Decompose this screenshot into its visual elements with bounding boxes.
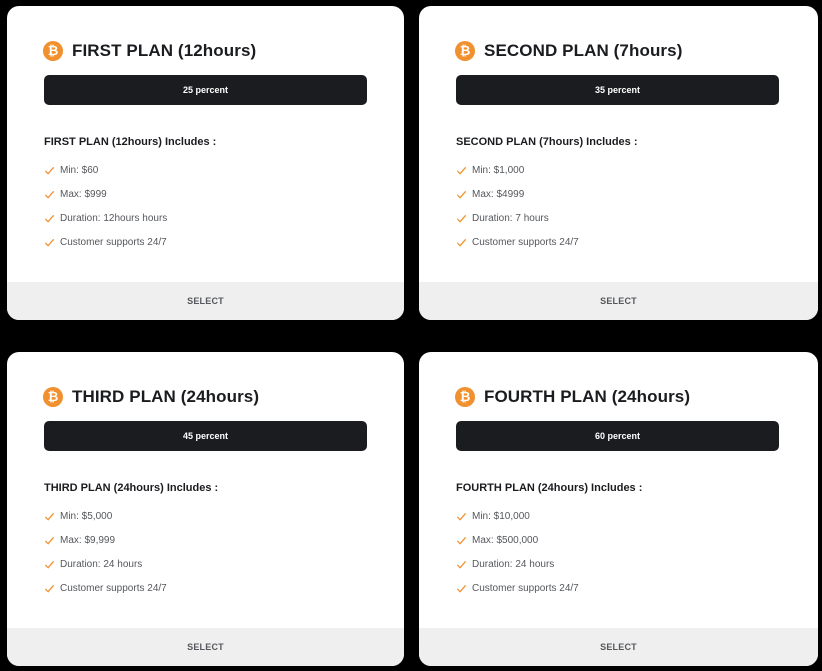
feature-text: Max: $9,999 [60,534,116,546]
plan-card-first: ₿ FIRST PLAN (12hours) 25 percent FIRST … [7,6,404,320]
percent-badge: 35 percent [456,75,779,105]
feature-text: Min: $5,000 [60,510,113,522]
select-button[interactable]: SELECT [7,628,404,666]
feature-item: Customer supports 24/7 [44,230,167,254]
plan-title: FOURTH PLAN (24hours) [484,387,691,406]
includes-heading: FIRST PLAN (12hours) Includes : [44,136,217,148]
feature-text: Duration: 12hours hours [60,212,168,224]
bitcoin-icon: ₿ [43,41,63,61]
includes-heading: FOURTH PLAN (24hours) Includes : [456,482,643,494]
check-icon [456,512,467,521]
percent-badge: 60 percent [456,421,779,451]
feature-item: Duration: 24 hours [456,552,579,576]
feature-item: Customer supports 24/7 [44,576,167,600]
check-icon [456,214,467,223]
bitcoin-icon: ₿ [455,387,475,407]
check-icon [456,536,467,545]
feature-list: Min: $5,000 Max: $9,999 Duration: 24 hou… [44,504,167,600]
feature-text: Customer supports 24/7 [472,582,579,594]
select-button[interactable]: SELECT [419,628,818,666]
feature-text: Min: $1,000 [472,164,525,176]
plan-header: ₿ THIRD PLAN (24hours) [43,387,259,407]
feature-text: Duration: 24 hours [472,558,555,570]
check-icon [44,584,55,593]
feature-text: Duration: 24 hours [60,558,143,570]
plan-card-fourth: ₿ FOURTH PLAN (24hours) 60 percent FOURT… [419,352,818,666]
check-icon [456,560,467,569]
plan-header: ₿ SECOND PLAN (7hours) [455,41,682,61]
feature-text: Min: $60 [60,164,99,176]
feature-text: Min: $10,000 [472,510,530,522]
plan-header: ₿ FOURTH PLAN (24hours) [455,387,690,407]
feature-list: Min: $10,000 Max: $500,000 Duration: 24 … [456,504,579,600]
feature-text: Customer supports 24/7 [60,236,167,248]
check-icon [44,214,55,223]
plan-title: FIRST PLAN (12hours) [72,41,257,60]
feature-list: Min: $60 Max: $999 Duration: 12hours hou… [44,158,167,254]
plan-title: THIRD PLAN (24hours) [72,387,260,406]
plan-title: SECOND PLAN (7hours) [484,41,683,60]
feature-item: Duration: 7 hours [456,206,579,230]
feature-text: Duration: 7 hours [472,212,549,224]
feature-item: Duration: 24 hours [44,552,167,576]
check-icon [44,536,55,545]
feature-text: Max: $4999 [472,188,525,200]
feature-item: Max: $500,000 [456,528,579,552]
feature-item: Min: $10,000 [456,504,579,528]
select-button[interactable]: SELECT [419,282,818,320]
check-icon [456,166,467,175]
check-icon [44,166,55,175]
percent-badge: 45 percent [44,421,367,451]
bitcoin-icon: ₿ [43,387,63,407]
feature-item: Duration: 12hours hours [44,206,167,230]
check-icon [456,190,467,199]
feature-text: Max: $999 [60,188,107,200]
feature-item: Customer supports 24/7 [456,576,579,600]
check-icon [44,190,55,199]
plans-grid: ₿ FIRST PLAN (12hours) 25 percent FIRST … [0,0,822,671]
feature-item: Min: $1,000 [456,158,579,182]
check-icon [44,512,55,521]
plan-card-second: ₿ SECOND PLAN (7hours) 35 percent SECOND… [419,6,818,320]
check-icon [44,238,55,247]
plan-header: ₿ FIRST PLAN (12hours) [43,41,256,61]
feature-list: Min: $1,000 Max: $4999 Duration: 7 hours… [456,158,579,254]
select-button[interactable]: SELECT [7,282,404,320]
feature-item: Max: $9,999 [44,528,167,552]
percent-badge: 25 percent [44,75,367,105]
plan-card-third: ₿ THIRD PLAN (24hours) 45 percent THIRD … [7,352,404,666]
feature-item: Customer supports 24/7 [456,230,579,254]
feature-text: Customer supports 24/7 [472,236,579,248]
feature-text: Customer supports 24/7 [60,582,167,594]
includes-heading: THIRD PLAN (24hours) Includes : [44,482,219,494]
feature-text: Max: $500,000 [472,534,539,546]
feature-item: Max: $999 [44,182,167,206]
feature-item: Min: $5,000 [44,504,167,528]
feature-item: Min: $60 [44,158,167,182]
check-icon [456,584,467,593]
feature-item: Max: $4999 [456,182,579,206]
check-icon [456,238,467,247]
bitcoin-icon: ₿ [455,41,475,61]
includes-heading: SECOND PLAN (7hours) Includes : [456,136,638,148]
check-icon [44,560,55,569]
